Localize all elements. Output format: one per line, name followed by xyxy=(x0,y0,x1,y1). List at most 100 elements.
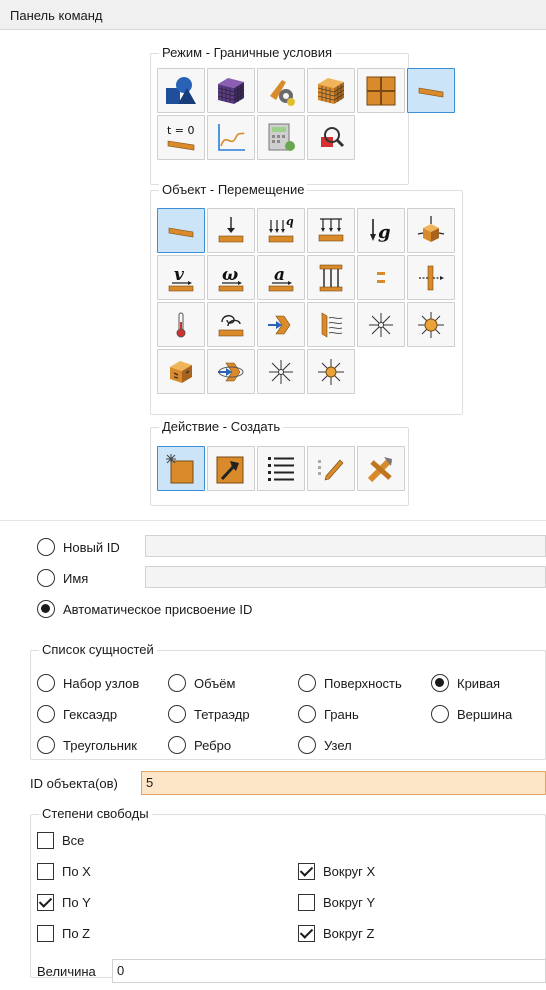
mesh-button[interactable] xyxy=(207,68,255,113)
constraint-frame-icon xyxy=(319,264,343,291)
rotation-flux-button[interactable] xyxy=(207,349,255,394)
dof-checkbox[interactable] xyxy=(298,863,315,880)
radiation-button[interactable] xyxy=(307,302,355,347)
entity-label: Грань xyxy=(324,706,359,722)
material-button[interactable] xyxy=(257,68,305,113)
temperature-button[interactable] xyxy=(157,302,205,347)
entity-radio[interactable] xyxy=(298,674,316,692)
gravity-button[interactable]: g xyxy=(357,208,405,253)
heat-flux-button[interactable] xyxy=(257,302,305,347)
entity-option[interactable]: Гексаэдр xyxy=(37,705,117,723)
entity-label: Набор узлов xyxy=(63,675,140,691)
edit-button[interactable] xyxy=(307,446,355,491)
entity-radio[interactable] xyxy=(298,705,316,723)
object-ids-field[interactable]: 5 xyxy=(141,771,546,795)
convection-button[interactable] xyxy=(207,302,255,347)
entity-option[interactable]: Узел xyxy=(298,736,352,754)
connector-icon xyxy=(419,265,444,290)
velocity-button[interactable]: v xyxy=(157,255,205,300)
new-id-row[interactable]: Новый ID xyxy=(37,538,120,556)
entity-option[interactable]: Треугольник xyxy=(37,736,137,754)
entity-option[interactable]: Вершина xyxy=(431,705,512,723)
entity-option[interactable]: Объём xyxy=(168,674,235,692)
entity-option[interactable]: Ребро xyxy=(168,736,231,754)
initial-condition-icon: t = 0 xyxy=(167,124,195,150)
point-source-button[interactable] xyxy=(257,349,305,394)
dof-item[interactable]: Вокруг X xyxy=(298,863,375,880)
dof-label: Вокруг X xyxy=(323,864,376,879)
dof-item[interactable]: По X xyxy=(37,863,91,880)
distributed-load-icon xyxy=(318,217,344,241)
mesh-orange-button[interactable] xyxy=(307,68,355,113)
rotation-flux-icon xyxy=(218,362,244,381)
volume-heat-button[interactable] xyxy=(157,349,205,394)
material-properties-icon xyxy=(270,79,295,106)
entity-radio[interactable] xyxy=(37,736,55,754)
t-zero-text: t = 0 xyxy=(167,124,195,137)
entity-option[interactable]: Набор узлов xyxy=(37,674,139,692)
entity-option[interactable]: Поверхность xyxy=(298,674,402,692)
dof-all-checkbox[interactable] xyxy=(37,832,54,849)
partition-button[interactable] xyxy=(357,68,405,113)
connector-button[interactable] xyxy=(407,255,455,300)
heat-generation-button[interactable] xyxy=(407,302,455,347)
entity-option[interactable]: Грань xyxy=(298,705,359,723)
dof-all[interactable]: Все xyxy=(37,832,84,849)
dof-checkbox[interactable] xyxy=(298,925,315,942)
auto-id-row[interactable]: Автоматическое присвоение ID xyxy=(37,600,252,618)
dof-item[interactable]: По Z xyxy=(37,925,90,942)
dof-checkbox[interactable] xyxy=(37,863,54,880)
dof-checkbox[interactable] xyxy=(37,894,54,911)
list-button[interactable] xyxy=(257,446,305,491)
dof-item[interactable]: По Y xyxy=(37,894,91,911)
angular-velocity-button[interactable]: ω xyxy=(207,255,255,300)
new-id-radio[interactable] xyxy=(37,538,55,556)
name-field[interactable] xyxy=(145,566,546,588)
create-button[interactable] xyxy=(157,446,205,491)
action-group-title: Действие - Создать xyxy=(159,419,284,435)
entity-option[interactable]: Тетраэдр xyxy=(168,705,250,723)
entity-label: Узел xyxy=(324,737,352,753)
entity-radio[interactable] xyxy=(168,705,186,723)
entity-label: Кривая xyxy=(457,675,501,691)
entity-radio[interactable] xyxy=(298,736,316,754)
contact-button[interactable] xyxy=(357,255,405,300)
entity-radio[interactable] xyxy=(37,674,55,692)
inspect-button[interactable] xyxy=(307,115,355,160)
acceleration-button[interactable]: a xyxy=(257,255,305,300)
name-radio[interactable] xyxy=(37,569,55,587)
geometry-button[interactable] xyxy=(157,68,205,113)
heat-source-icon xyxy=(369,312,393,337)
dof-all-label: Все xyxy=(62,833,85,848)
entity-radio[interactable] xyxy=(168,736,186,754)
dof-item[interactable]: Вокруг Z xyxy=(298,925,374,942)
curve-function-button[interactable] xyxy=(207,115,255,160)
magnitude-field[interactable]: 0 xyxy=(112,959,546,983)
distributed-load-button[interactable] xyxy=(307,208,355,253)
constraint-frame-button[interactable] xyxy=(307,255,355,300)
heat-source-button[interactable] xyxy=(357,302,405,347)
point-heat-button[interactable] xyxy=(307,349,355,394)
body-acceleration-button[interactable] xyxy=(407,208,455,253)
force-button[interactable] xyxy=(207,208,255,253)
calculator-button[interactable] xyxy=(257,115,305,160)
dof-item[interactable]: Вокруг Y xyxy=(298,894,375,911)
delete-button[interactable] xyxy=(357,446,405,491)
initial-condition-button[interactable]: t = 0 xyxy=(157,115,205,160)
displacement-button[interactable] xyxy=(157,208,205,253)
entity-radio[interactable] xyxy=(431,674,449,692)
entity-radio[interactable] xyxy=(37,705,55,723)
entity-label: Ребро xyxy=(194,737,232,753)
boundary-conditions-button[interactable] xyxy=(407,68,455,113)
entity-option[interactable]: Кривая xyxy=(431,674,500,692)
name-row[interactable]: Имя xyxy=(37,569,88,587)
dof-checkbox[interactable] xyxy=(298,894,315,911)
geometry-icon xyxy=(166,76,196,104)
auto-id-radio[interactable] xyxy=(37,600,55,618)
dof-checkbox[interactable] xyxy=(37,925,54,942)
modify-button[interactable] xyxy=(207,446,255,491)
entity-radio[interactable] xyxy=(431,705,449,723)
entity-radio[interactable] xyxy=(168,674,186,692)
new-id-field[interactable] xyxy=(145,535,546,557)
pressure-button[interactable]: q xyxy=(257,208,305,253)
